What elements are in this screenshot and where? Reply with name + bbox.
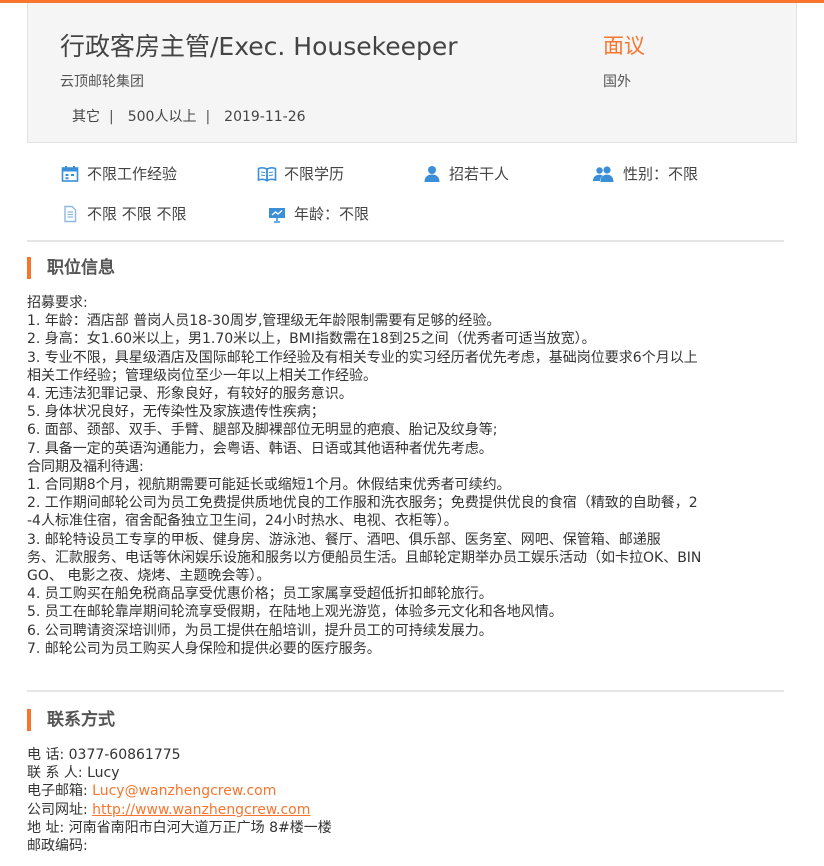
req-experience: 不限工作经验: [60, 163, 177, 184]
contact-info: 电 话: 0377-60861775 联 系 人: Lucy 电子邮箱: Luc…: [27, 746, 332, 855]
description-line: 5. 身体状况良好，无传染性及家族遗传性疾病；: [27, 404, 325, 421]
contact-postcode-label: 邮政编码:: [27, 838, 88, 855]
description-line: 7. 邮轮公司为员工购买人身保险和提供必要的医疗服务。: [27, 640, 381, 657]
req-age-label: 年龄：不限: [294, 205, 370, 223]
description-line: 4. 员工购买在船免税商品享受优惠价格；员工家属享受超低折扣邮轮旅行。: [27, 586, 493, 603]
contact-phone: 0377-60861775: [68, 747, 181, 763]
salary: 面议: [603, 34, 645, 58]
req-experience-label: 不限工作经验: [87, 165, 178, 183]
contact-website-row: 公司网址: http://www.wanzhengcrew.com: [27, 801, 332, 819]
post-date: 2019-11-26: [224, 109, 306, 125]
contact-address: 河南省南阳市白河大道万正广场 8#楼一楼: [68, 819, 332, 836]
contact-website-label: 公司网址:: [27, 801, 93, 818]
company-name[interactable]: 云顶邮轮集团: [60, 71, 144, 91]
description-line: 7. 具备一定的英语沟通能力，会粤语、韩语、日语或其他语种者优先考虑。: [27, 440, 493, 457]
chart-board-icon: [267, 205, 287, 223]
req-age: 年龄：不限: [267, 203, 369, 224]
contact-address-row: 地 址: 河南省南阳市白河大道万正广场 8#楼一楼: [27, 819, 332, 837]
company-meta: 其它 | 500人以上 | 2019-11-26: [72, 106, 306, 126]
description-line: 1. 合同期8个月，视航期需要可能延长或缩短1个月。休假结束优秀者可续约。: [27, 477, 511, 494]
book-icon: [257, 165, 277, 183]
description-line: 务、汇款服务、电话等休闲娱乐设施和服务以方便船员生活。且邮轮定期举办员工娱乐活动…: [27, 549, 702, 566]
contact-website-link[interactable]: http://www.wanzhengcrew.com: [92, 802, 310, 818]
contact-email-label: 电子邮箱:: [27, 783, 93, 800]
contact-person-label: 联 系 人:: [27, 765, 88, 782]
req-education: 不限学历: [257, 163, 344, 184]
document-icon: [60, 205, 80, 223]
description-line: 3. 专业不限，具星级酒店及国际邮轮工作经验及有相关专业的实习经历者优先考虑，基…: [27, 349, 698, 366]
section-divider: [27, 690, 784, 692]
job-title: 行政客房主管/Exec. Housekeeper: [60, 32, 458, 61]
description-line: 相关工作经验；管理级岗位至少一年以上相关工作经验。: [27, 367, 377, 384]
description-line: 2. 身高：女1.60米以上，男1.70米以上，BMI指数需在18到25之间（优…: [27, 331, 596, 348]
req-headcount: 招若干人: [422, 163, 509, 184]
contact-email-row: 电子邮箱: Lucy@wanzhengcrew.com: [27, 782, 332, 800]
calendar-icon: [60, 165, 80, 183]
section-title-job-info: 职位信息: [27, 257, 115, 279]
job-header: 行政客房主管/Exec. Housekeeper 云顶邮轮集团 其它 | 500人以…: [27, 3, 797, 143]
req-languages: 不限 不限 不限: [60, 203, 187, 224]
description-line: 2. 工作期间邮轮公司为员工免费提供质地优良的工作服和洗衣服务；免费提供优良的食…: [27, 495, 698, 512]
description-line: 4. 无违法犯罪记录、形象良好，有较好的服务意识。: [27, 386, 353, 403]
contact-person-row: 联 系 人: Lucy: [27, 764, 332, 782]
req-gender: 性别：不限: [592, 163, 698, 184]
section-title-contact: 联系方式: [27, 709, 115, 731]
job-location: 国外: [603, 74, 631, 90]
description-line: 6. 面部、颈部、双手、手臂、腿部及脚裸部位无明显的疤痕、胎记及纹身等;: [27, 422, 498, 439]
contact-email-link[interactable]: Lucy@wanzhengcrew.com: [92, 783, 276, 799]
description-line: 招募要求:: [27, 295, 88, 311]
req-languages-label: 不限 不限 不限: [87, 205, 187, 223]
description-line: 3. 邮轮特设员工专享的甲板、健身房、游泳池、餐厅、酒吧、俱乐部、医务室、网吧、…: [27, 531, 661, 548]
contact-person: Lucy: [87, 765, 120, 782]
meta-separator: |: [109, 109, 114, 125]
req-headcount-label: 招若干人: [449, 165, 510, 183]
company-industry: 其它: [72, 109, 100, 125]
contact-address-label: 地 址:: [27, 819, 69, 836]
meta-separator: |: [205, 109, 211, 125]
contact-phone-row: 电 话: 0377-60861775: [27, 746, 332, 764]
description-line: 合同期及福利待遇:: [27, 458, 144, 475]
section-divider: [27, 240, 784, 242]
req-education-label: 不限学历: [284, 165, 345, 183]
description-line: -4人标准住宿，宿舍配备独立卫生间，24小时热水、电视、衣柜等）。: [27, 513, 458, 530]
person-icon: [422, 165, 442, 183]
job-description: 招募要求: 1. 年龄：酒店部 普岗人员18-30周岁,管理级无年龄限制需要有足够…: [27, 294, 787, 658]
description-line: GO、 电影之夜、烧烤、主题晚会等）。: [27, 568, 271, 585]
company-size: 500人以上: [127, 109, 197, 125]
description-line: 6. 公司聘请资深培训师，为员工提供在船培训，提升员工的可持续发展力。: [27, 622, 493, 639]
people-icon: [592, 165, 616, 183]
description-line: 1. 年龄：酒店部 普岗人员18-30周岁,管理级无年龄限制需要有足够的经验。: [27, 313, 501, 330]
contact-phone-label: 电 话:: [27, 747, 69, 763]
description-line: 5. 员工在邮轮靠岸期间轮流享受假期，在陆地上观光游览，体验多元文化和各地风情。: [27, 604, 563, 621]
req-gender-label: 性别：不限: [623, 165, 699, 183]
contact-postcode-row: 邮政编码:: [27, 837, 332, 855]
